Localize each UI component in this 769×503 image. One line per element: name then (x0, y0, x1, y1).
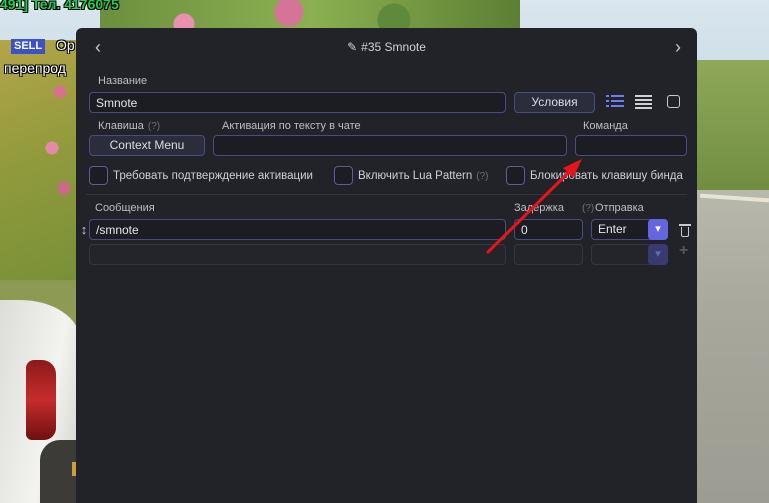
send-method-value: Enter (598, 222, 627, 236)
hud-sell-badge: SELL (11, 39, 46, 54)
flowers (40, 60, 80, 220)
lua-pattern-checkbox[interactable] (334, 166, 353, 185)
bind-editor-dialog: ‹ ✎#35 Smnote › Название Условия Клавиша… (76, 28, 697, 503)
add-row-icon[interactable]: + (679, 242, 688, 260)
command-input[interactable] (575, 135, 687, 156)
new-send-method-select[interactable]: ▾ (591, 244, 668, 265)
hud-chat-line-1: Op (56, 37, 75, 53)
compact-view-icon[interactable] (635, 95, 653, 111)
command-label: Команда (583, 120, 628, 132)
new-message-input[interactable] (89, 244, 506, 265)
key-label-text: Клавиша (98, 120, 144, 132)
drag-handle-icon[interactable]: ↕ (80, 222, 88, 238)
lua-pattern-label-text: Включить Lua Pattern (358, 170, 473, 182)
delay-label: Задержка (514, 202, 564, 214)
section-divider (86, 194, 687, 195)
message-input[interactable] (89, 219, 506, 240)
lua-pattern-label: Включить Lua Pattern (?) (358, 170, 488, 182)
chevron-down-icon[interactable]: ▾ (648, 219, 668, 240)
lua-help-hint[interactable]: (?) (476, 171, 488, 182)
key-label: Клавиша (?) (98, 120, 160, 132)
dialog-header: ‹ ✎ #35 Smnote › (76, 28, 697, 66)
hud-chat-line-2: перепрод (4, 60, 66, 76)
messages-label: Сообщения (95, 202, 155, 214)
name-input[interactable] (89, 92, 506, 113)
text-activation-input[interactable] (213, 135, 567, 156)
dialog-title-text: #35 Smnote (361, 40, 426, 54)
hud-top-text: 491] Тел. 4176075 (0, 0, 119, 12)
chevron-right-icon[interactable]: › (670, 38, 686, 56)
delay-help-hint[interactable]: (?) (578, 202, 594, 214)
block-key-checkbox[interactable] (506, 166, 525, 185)
text-activation-label: Активация по тексту в чате (222, 120, 361, 132)
grass-right (697, 60, 769, 200)
car-taillight (26, 360, 56, 440)
key-select-button[interactable]: Context Menu (89, 135, 205, 156)
road (697, 190, 769, 503)
name-label: Название (98, 75, 148, 87)
new-delay-input[interactable] (514, 244, 583, 265)
trash-icon[interactable] (679, 223, 691, 237)
pencil-icon: ✎ (347, 40, 358, 54)
chevron-down-icon[interactable]: ▾ (648, 244, 668, 265)
key-help-hint[interactable]: (?) (148, 121, 160, 132)
conditions-button[interactable]: Условия (514, 92, 595, 113)
delay-input[interactable] (514, 219, 583, 240)
list-view-icon[interactable] (606, 95, 624, 111)
square-icon[interactable] (667, 95, 680, 108)
confirm-activation-checkbox[interactable] (89, 166, 108, 185)
confirm-activation-label: Требовать подтверждение активации (113, 170, 313, 182)
block-key-label: Блокировать клавишу бинда (530, 170, 683, 182)
send-method-select[interactable]: Enter ▾ (591, 219, 668, 240)
send-label: Отправка (595, 202, 644, 214)
dialog-title: ✎ #35 Smnote (76, 40, 697, 54)
